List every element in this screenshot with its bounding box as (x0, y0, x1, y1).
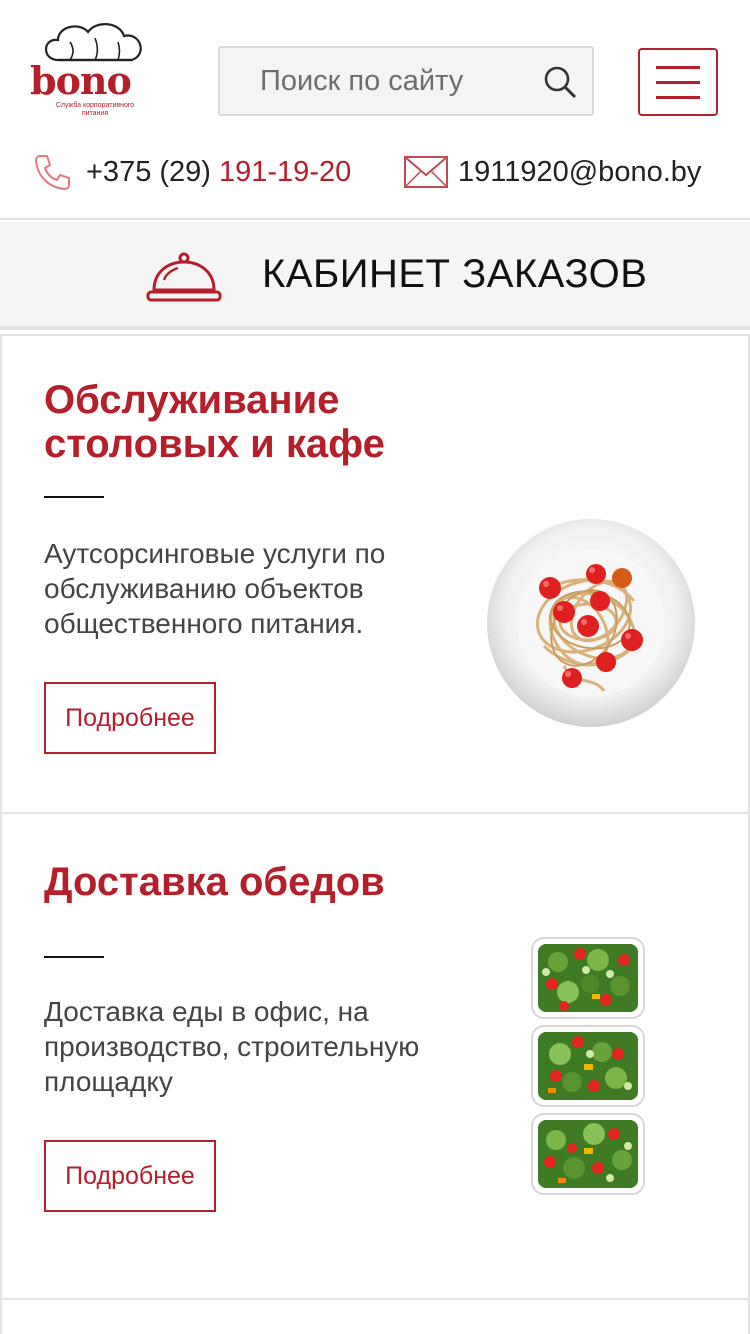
phone-icon (34, 155, 70, 191)
divider (44, 496, 104, 498)
service-title[interactable]: Обслуживание столовых и кафе (44, 378, 444, 466)
logo-text: bono (30, 58, 132, 103)
search-box (218, 46, 594, 116)
more-button[interactable]: Подробнее (44, 1140, 216, 1212)
salad-containers-image (531, 937, 645, 1195)
phone-prefix: +375 (29) (86, 155, 220, 188)
logo[interactable]: bono Служба корпоративного питания (28, 18, 162, 118)
order-cabinet-bar[interactable]: КАБИНЕТ ЗАКАЗОВ (0, 222, 750, 330)
service-card (0, 1298, 750, 1334)
service-description: Аутсорсинговые услуги по обслуживанию об… (44, 538, 386, 639)
service-card: Доставка обедов Доставка еды в офис, на … (0, 812, 750, 1300)
cloche-icon (146, 252, 222, 302)
phone-contact[interactable]: +375 (29) 191-19-20 (32, 150, 351, 194)
service-card: Обслуживание столовых и кафе Аутсорсинго… (0, 334, 750, 814)
email-contact[interactable]: 1911920@bono.by (404, 150, 701, 194)
site-header: bono Служба корпоративного питания +375 … (0, 0, 750, 220)
hamburger-icon (656, 66, 700, 69)
phone-number[interactable]: 191-19-20 (219, 156, 351, 188)
service-title[interactable]: Доставка обедов (44, 860, 444, 904)
divider (44, 956, 104, 958)
pasta-plate-image (487, 519, 695, 727)
email-address[interactable]: 1911920@bono.by (458, 156, 701, 189)
service-description: Доставка еды в офис, на производство, ст… (44, 996, 420, 1097)
logo-subtitle: Служба корпоративного питания (55, 102, 135, 117)
search-input[interactable] (220, 48, 530, 114)
search-icon[interactable] (542, 64, 578, 100)
envelope-icon (404, 156, 448, 188)
cabinet-title: КАБИНЕТ ЗАКАЗОВ (262, 252, 648, 296)
menu-button[interactable] (638, 48, 718, 116)
more-button[interactable]: Подробнее (44, 682, 216, 754)
